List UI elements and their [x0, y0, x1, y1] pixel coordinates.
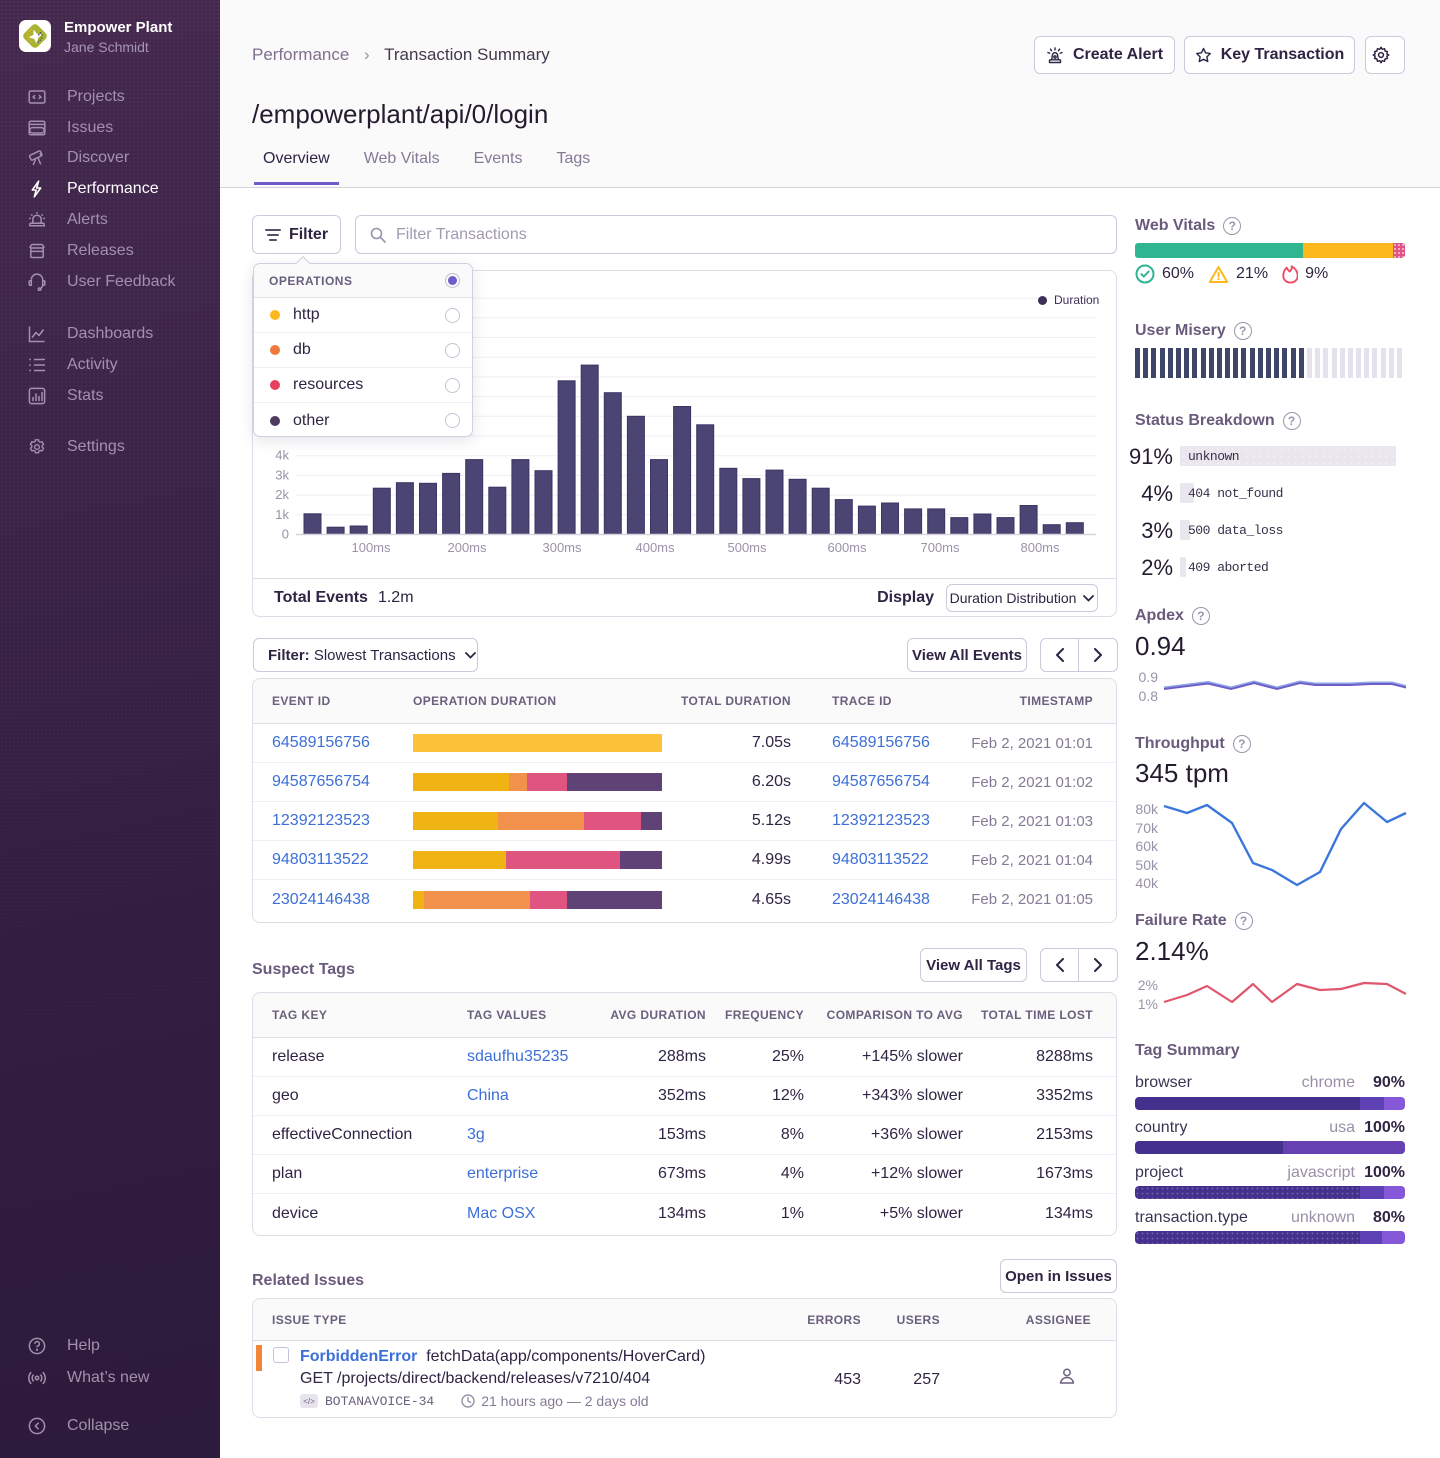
svg-text:0: 0: [282, 527, 289, 542]
svg-text:300ms: 300ms: [542, 540, 582, 555]
svg-text:400ms: 400ms: [635, 540, 675, 555]
svg-text:200ms: 200ms: [447, 540, 487, 555]
svg-text:800ms: 800ms: [1020, 540, 1060, 555]
svg-text:4k: 4k: [275, 448, 289, 463]
svg-text:500ms: 500ms: [727, 540, 767, 555]
svg-text:700ms: 700ms: [920, 540, 960, 555]
svg-text:600ms: 600ms: [827, 540, 867, 555]
svg-text:100ms: 100ms: [351, 540, 391, 555]
svg-text:3k: 3k: [275, 467, 289, 482]
svg-text:1k: 1k: [275, 507, 289, 522]
svg-text:2k: 2k: [275, 487, 289, 502]
